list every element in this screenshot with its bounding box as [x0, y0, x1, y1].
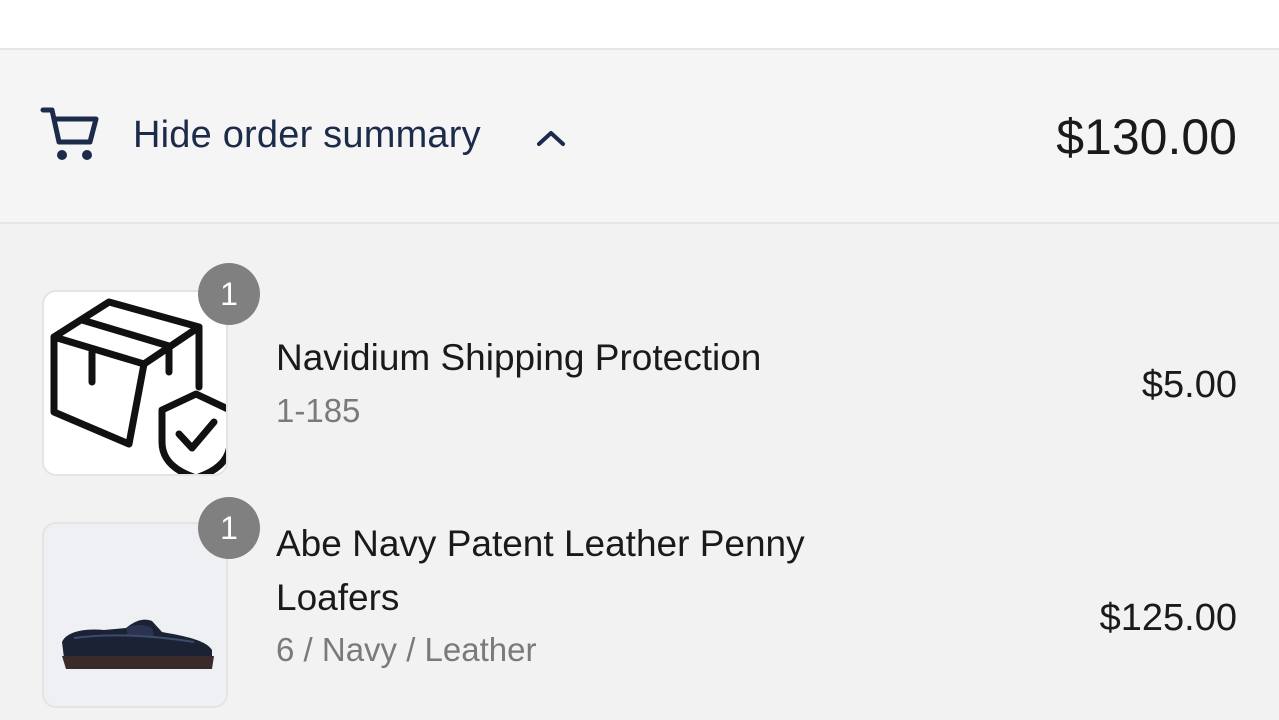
chevron-up-icon[interactable] — [534, 126, 568, 150]
product-thumbnail — [42, 290, 228, 476]
item-title-line-2: Loafers — [276, 577, 400, 618]
shipping-protection-box-shield-icon — [50, 298, 226, 474]
item-price: $5.00 — [1141, 364, 1237, 406]
order-total: $130.00 — [1056, 109, 1237, 165]
top-bar — [0, 0, 1279, 50]
item-price: $125.00 — [1099, 597, 1237, 639]
item-title: Navidium Shipping Protection — [276, 337, 762, 378]
product-thumbnail — [42, 522, 228, 708]
quantity-badge: 1 — [198, 497, 260, 559]
quantity-badge: 1 — [198, 263, 260, 325]
hide-order-summary-label[interactable]: Hide order summary — [133, 114, 481, 157]
item-variant: 1-185 — [276, 392, 361, 429]
item-title: Abe Navy Patent Leather Penny — [276, 523, 805, 564]
item-variant: 6 / Navy / Leather — [276, 631, 537, 668]
cart-icon[interactable] — [40, 102, 102, 164]
penny-loafer-shoe-image — [44, 524, 226, 706]
